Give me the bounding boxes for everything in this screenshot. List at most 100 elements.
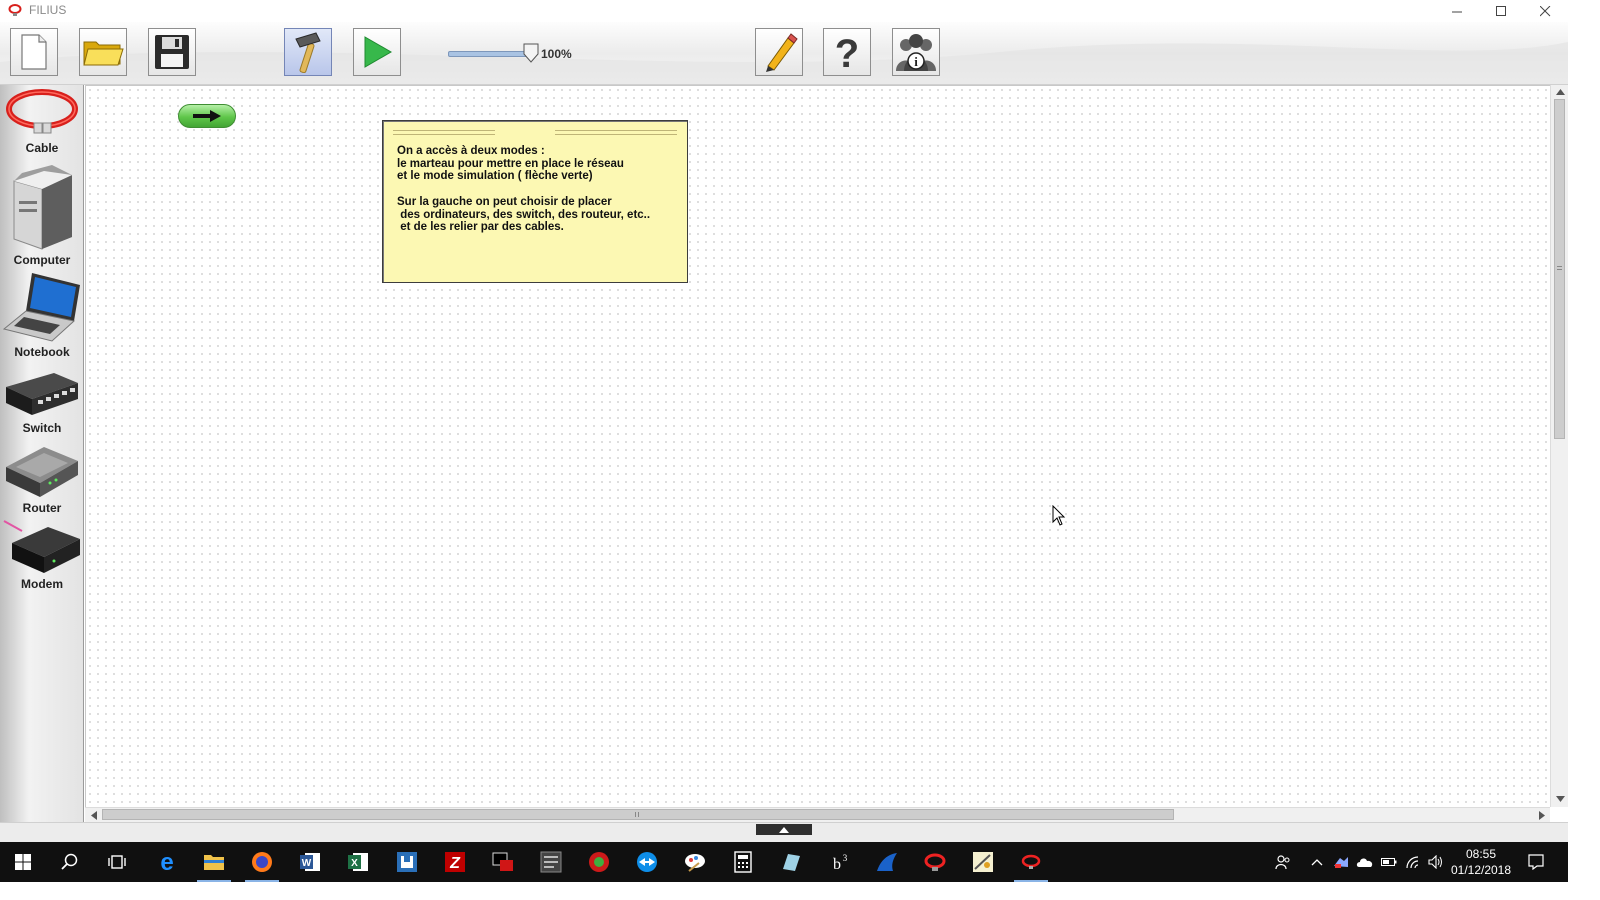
vertical-scroll-thumb[interactable] xyxy=(1554,99,1565,439)
taskbar-file-explorer[interactable] xyxy=(191,842,237,882)
palette-item-modem[interactable]: Modem xyxy=(0,517,84,591)
save-button[interactable] xyxy=(148,28,196,76)
mouse-cursor xyxy=(1052,505,1066,526)
design-mode-button[interactable] xyxy=(284,28,332,76)
new-file-icon xyxy=(21,34,47,70)
taskbar-greenfoot[interactable] xyxy=(576,842,622,882)
volume-button[interactable] xyxy=(1425,842,1447,882)
horizontal-scrollbar[interactable] xyxy=(85,807,1550,822)
new-file-button[interactable] xyxy=(10,28,58,76)
horizontal-scroll-thumb[interactable] xyxy=(102,809,1174,820)
scroll-up-button[interactable] xyxy=(1553,85,1567,98)
palette-item-cable[interactable]: Cable xyxy=(0,87,84,155)
battery-button[interactable] xyxy=(1378,842,1400,882)
play-icon xyxy=(364,36,393,68)
word-icon: W xyxy=(300,853,320,871)
zoom-level: 100% xyxy=(541,47,572,61)
windows-start-icon xyxy=(15,854,31,870)
arrow-right-small-icon xyxy=(1538,810,1545,820)
arrow-down-icon xyxy=(1555,795,1565,802)
excel-icon: X xyxy=(348,853,368,871)
open-folder-button[interactable] xyxy=(79,28,127,76)
filius-app-icon xyxy=(8,4,22,16)
latex-icon xyxy=(540,851,562,873)
help-button[interactable]: ? xyxy=(823,28,871,76)
component-palette: Cable Computer Notebook Switch Router Mo… xyxy=(0,85,84,822)
taskbar-filezilla[interactable]: Z xyxy=(432,842,478,882)
edge-icon: e xyxy=(160,851,173,873)
onedrive-button[interactable] xyxy=(1354,842,1376,882)
filius-active-icon xyxy=(1021,854,1041,869)
battery-icon xyxy=(1381,858,1397,866)
svg-text:3: 3 xyxy=(843,853,848,863)
clock-date: 01/12/2018 xyxy=(1450,863,1512,877)
tray-app[interactable] xyxy=(1330,842,1352,882)
info-people-icon: i xyxy=(896,34,936,71)
svg-text:i: i xyxy=(914,54,918,69)
taskbar-geogebra[interactable] xyxy=(960,842,1006,882)
note-text: On a accès à deux modes : le marteau pou… xyxy=(397,145,651,234)
taskbar-firefox[interactable] xyxy=(239,842,285,882)
simulation-mode-button[interactable] xyxy=(353,28,401,76)
taskbar-teamviewer[interactable] xyxy=(624,842,670,882)
close-icon xyxy=(1539,5,1550,16)
taskbar-wireshark[interactable] xyxy=(864,842,910,882)
taskbar-terminal[interactable] xyxy=(480,842,526,882)
taskbar-excel[interactable]: X xyxy=(335,842,381,882)
minimize-button[interactable] xyxy=(1435,0,1479,22)
taskbar-latex[interactable] xyxy=(528,842,574,882)
taskbar-app-note[interactable] xyxy=(768,842,814,882)
task-view-button[interactable] xyxy=(94,842,140,882)
palette-label: Computer xyxy=(13,253,71,267)
palette-label: Modem xyxy=(21,577,63,591)
taskbar-edge[interactable]: e xyxy=(144,842,190,882)
network-canvas[interactable]: On a accès à deux modes : le marteau pou… xyxy=(85,85,1550,807)
scroll-down-button[interactable] xyxy=(1553,792,1567,805)
zoom-slider-thumb[interactable] xyxy=(522,43,540,63)
bottom-panel-strip xyxy=(0,822,1568,843)
palette-item-router[interactable]: Router xyxy=(0,443,84,515)
palette-item-notebook[interactable]: Notebook xyxy=(0,271,84,359)
people-icon xyxy=(1275,855,1290,870)
svg-text:b: b xyxy=(833,856,841,873)
taskbar-app-b3[interactable]: b 3 xyxy=(816,842,862,882)
taskbar-calculator[interactable] xyxy=(720,842,766,882)
taskbar-filius-active[interactable] xyxy=(1008,842,1054,882)
terminal-icon xyxy=(492,852,513,871)
text-note[interactable]: On a accès à deux modes : le marteau pou… xyxy=(382,120,688,283)
notebook-icon xyxy=(2,273,80,342)
people-button[interactable] xyxy=(1272,842,1294,882)
title-bar: FILIUS xyxy=(0,0,1568,22)
scroll-left-button[interactable] xyxy=(87,808,100,822)
expand-panel-button[interactable] xyxy=(756,824,812,835)
edit-button[interactable] xyxy=(755,28,803,76)
network-button[interactable] xyxy=(1402,842,1424,882)
start-button[interactable] xyxy=(0,842,46,882)
maximize-button[interactable] xyxy=(1479,0,1523,22)
taskbar-filius-1[interactable] xyxy=(912,842,958,882)
show-hidden-icons-button[interactable] xyxy=(1307,842,1327,882)
action-center-button[interactable] xyxy=(1524,842,1548,882)
vertical-scrollbar[interactable] xyxy=(1550,85,1568,807)
palette-item-computer[interactable]: Computer xyxy=(0,163,84,267)
scroll-right-button[interactable] xyxy=(1535,808,1548,822)
file-explorer-icon xyxy=(204,855,224,870)
info-button[interactable]: i xyxy=(892,28,940,76)
geogebra-icon xyxy=(973,852,993,872)
close-button[interactable] xyxy=(1523,0,1567,22)
taskbar-word[interactable]: W xyxy=(287,842,333,882)
taskbar-search-button[interactable] xyxy=(47,842,93,882)
onedrive-icon xyxy=(1356,858,1373,867)
taskbar-paint[interactable] xyxy=(672,842,718,882)
palette-item-switch[interactable]: Switch xyxy=(0,369,84,435)
arrow-left-icon xyxy=(90,810,97,820)
tray-app-icon xyxy=(1334,857,1348,868)
taskbar-clock[interactable]: 08:55 01/12/2018 xyxy=(1448,846,1514,878)
switch-icon xyxy=(6,373,78,415)
start-simulation-button[interactable] xyxy=(178,104,236,128)
pencil-icon xyxy=(766,33,798,72)
maximize-icon xyxy=(1495,5,1506,16)
app-b3-icon: b 3 xyxy=(833,853,848,873)
greenfoot-icon xyxy=(589,852,609,872)
taskbar-app-window[interactable] xyxy=(384,842,430,882)
